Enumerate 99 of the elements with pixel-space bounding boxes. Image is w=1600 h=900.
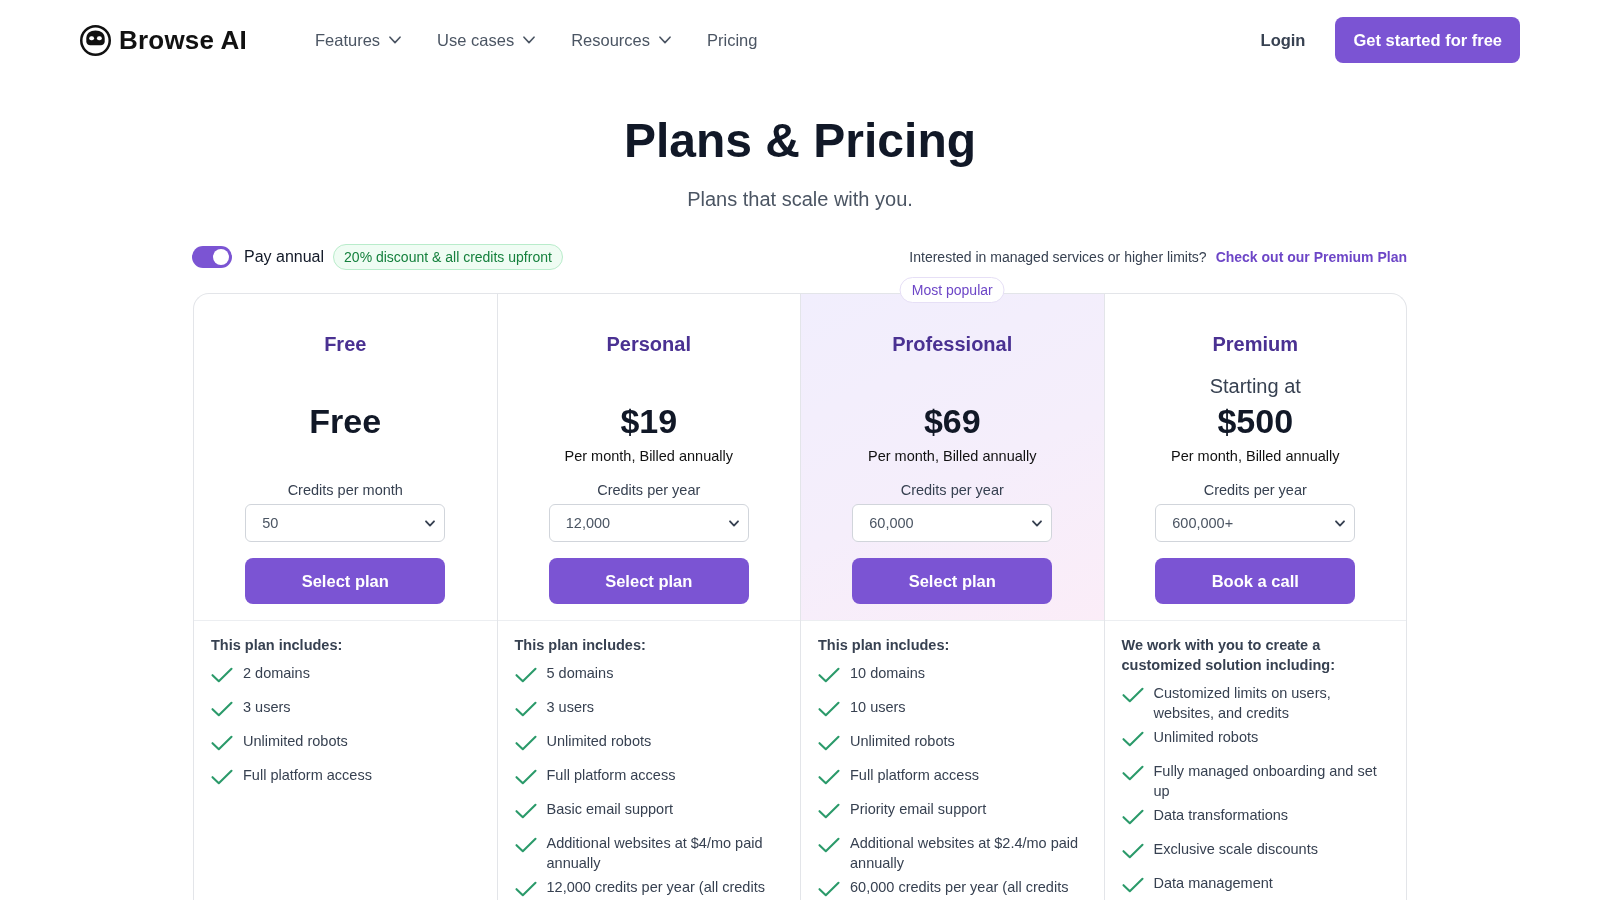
credits-label: Credits per year	[1203, 481, 1307, 500]
check-icon	[514, 881, 537, 897]
check-icon	[514, 769, 537, 785]
plan-price: $19	[620, 401, 678, 442]
credits-select[interactable]: 50	[245, 504, 446, 542]
feature-text: Full platform access	[850, 766, 979, 785]
check-icon	[818, 881, 840, 897]
plan-name: Premium	[1212, 332, 1299, 357]
feature-text: Data transformations	[1153, 806, 1289, 825]
credits-label: Credits per month	[287, 481, 403, 500]
plan-button[interactable]: Select plan	[245, 558, 446, 604]
feature-text: Priority email support	[850, 800, 987, 819]
feature-text: 60,000 credits per year (all credits	[850, 878, 1069, 897]
robot-logo-icon	[80, 24, 111, 56]
check-icon	[818, 803, 840, 819]
price-prefix: Starting at	[1209, 374, 1301, 399]
check-icon	[818, 837, 840, 853]
credits-select[interactable]: 12,000	[548, 504, 749, 542]
check-icon	[818, 667, 840, 683]
feature-text: 10 domains	[850, 664, 925, 683]
check-icon	[514, 667, 537, 683]
check-icon	[211, 667, 233, 683]
plan-button[interactable]: Book a call	[1155, 558, 1356, 604]
nav-link[interactable]: Use cases	[437, 30, 536, 50]
page-subtitle: Plans that scale with you.	[687, 187, 913, 212]
feature-text: Additional websites at $4/mo paid annually	[546, 834, 764, 873]
get-started-button[interactable]: Get started for free	[1335, 17, 1520, 63]
chevron-down-icon	[1335, 519, 1346, 527]
feature-text: Full platform access	[546, 766, 676, 785]
plan-button[interactable]: Select plan	[548, 558, 749, 604]
toggle-label: Pay annual	[244, 248, 325, 266]
feature-text: Additional websites at $2.4/mo paid annually	[850, 834, 1080, 873]
feature-text: 3 users	[243, 698, 291, 717]
credits-select[interactable]: 600,000+	[1155, 504, 1356, 542]
features-heading: This plan includes:	[818, 636, 951, 655]
check-icon	[1121, 843, 1144, 859]
check-icon	[818, 701, 840, 717]
chevron-down-icon	[523, 36, 536, 44]
premium-plan-link[interactable]: Check out our Premium Plan	[1215, 249, 1407, 265]
check-icon	[818, 769, 840, 785]
features-heading: This plan includes:	[211, 636, 344, 655]
feature-text: Unlimited robots	[546, 732, 652, 751]
feature-text: Data management	[1153, 874, 1273, 893]
plan-name: Professional	[892, 332, 1013, 357]
billing-note: Per month, Billed annually	[1171, 447, 1340, 466]
feature-text: Unlimited robots	[243, 732, 348, 751]
chevron-down-icon	[728, 519, 739, 527]
nav-link[interactable]: Resources	[571, 30, 671, 50]
plan-button[interactable]: Select plan	[852, 558, 1053, 604]
plan-price: $500	[1217, 401, 1294, 442]
check-icon	[211, 701, 233, 717]
login-link[interactable]: Login	[1260, 30, 1306, 50]
check-icon	[818, 735, 840, 751]
plan-name: Free	[324, 332, 367, 357]
check-icon	[1121, 877, 1144, 893]
feature-text: 2 domains	[243, 664, 310, 683]
billing-note: Per month, Billed annually	[868, 447, 1037, 466]
chevron-down-icon	[659, 36, 671, 44]
feature-text: Unlimited robots	[850, 732, 955, 751]
page-title: Plans & Pricing	[623, 113, 977, 169]
check-icon	[514, 837, 537, 853]
discount-badge: 20% discount & all credits upfront	[333, 244, 563, 270]
feature-text: 10 users	[850, 698, 906, 717]
nav-link[interactable]: Features	[315, 30, 402, 50]
plan-price: $69	[923, 401, 981, 442]
brand-name: Browse AI	[119, 24, 247, 56]
chevron-down-icon	[425, 519, 436, 527]
check-icon	[1121, 765, 1144, 781]
feature-text: Basic email support	[546, 800, 674, 819]
check-icon	[514, 735, 537, 751]
check-icon	[211, 735, 233, 751]
plan-price: Free	[309, 401, 382, 442]
chevron-down-icon	[389, 36, 402, 44]
chevron-down-icon	[1032, 519, 1043, 527]
check-icon	[514, 803, 537, 819]
toggle-switch[interactable]	[192, 246, 232, 268]
most-popular-badge: Most popular	[899, 277, 1005, 303]
feature-text: Unlimited robots	[1153, 728, 1259, 747]
credits-label: Credits per year	[900, 481, 1004, 500]
premium-note: Interested in managed services or higher limits?	[909, 249, 1207, 265]
feature-text: 3 users	[546, 698, 595, 717]
check-icon	[1121, 731, 1144, 747]
feature-text: 12,000 credits per year (all credits	[546, 878, 765, 897]
feature-text: Exclusive scale discounts	[1153, 840, 1318, 859]
check-icon	[211, 769, 233, 785]
features-heading: We work with you to create a customized solution including:	[1121, 636, 1336, 675]
billing-note: Per month, Billed annually	[564, 447, 733, 466]
check-icon	[1121, 809, 1144, 825]
check-icon	[514, 701, 537, 717]
credits-label: Credits per year	[597, 481, 701, 500]
feature-text: Full platform access	[243, 766, 372, 785]
credits-select[interactable]: 60,000	[852, 504, 1053, 542]
nav-link[interactable]: Pricing	[707, 30, 758, 50]
feature-text: Fully managed onboarding and set up	[1153, 762, 1378, 801]
feature-text: 5 domains	[546, 664, 614, 683]
plan-name: Personal	[606, 332, 691, 357]
features-heading: This plan includes:	[514, 636, 647, 655]
feature-text: Customized limits on users, websites, and credits	[1153, 684, 1332, 723]
check-icon	[1121, 687, 1144, 703]
